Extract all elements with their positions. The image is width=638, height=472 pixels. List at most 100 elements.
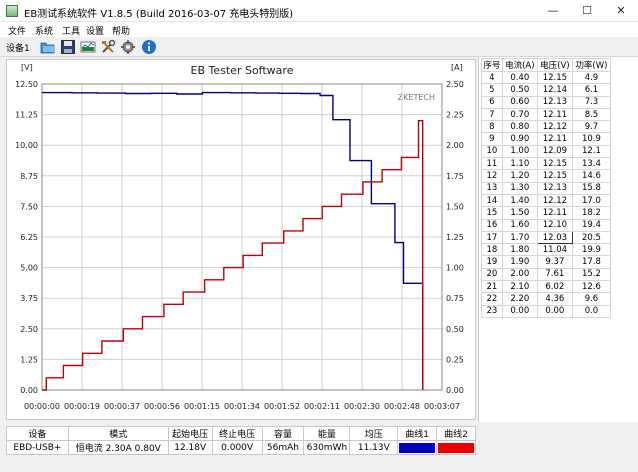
table-row[interactable]: 23 0.00 0.00 0.0 xyxy=(481,304,612,318)
table-cell: 10.9 xyxy=(571,132,612,146)
table-cell: 12.11 xyxy=(536,132,573,146)
table-cell: 6.02 xyxy=(536,280,573,294)
table-row[interactable]: 7 0.70 12.11 8.5 xyxy=(481,107,612,122)
table-cell: 12.12 xyxy=(536,193,573,208)
settings-icon[interactable] xyxy=(120,39,136,55)
menu-settings[interactable]: 设置 xyxy=(86,24,104,37)
table-row[interactable]: 21 2.10 6.02 12.6 xyxy=(481,280,612,294)
table-row[interactable]: 22 2.20 4.36 9.6 xyxy=(481,292,612,306)
table-cell: 19.9 xyxy=(571,243,612,257)
chart: EB Tester Software [V] [A] ZKETECH 0.00 0… xyxy=(15,63,464,411)
x-tick-label: 00:00:00 xyxy=(24,402,60,411)
table-cell: 12.15 xyxy=(536,157,573,171)
tools-icon[interactable] xyxy=(100,39,116,55)
table-cell: 13 xyxy=(481,181,503,195)
y-left-tick-label: 1.25 xyxy=(20,355,38,364)
table-cell: 1.60 xyxy=(501,218,538,232)
table-row[interactable]: 5 0.50 12.14 6.1 xyxy=(481,83,612,97)
table-cell: 12.09 xyxy=(536,144,573,159)
table-cell: 9.37 xyxy=(536,255,573,269)
table-row[interactable]: 6 0.60 12.13 7.3 xyxy=(481,95,612,109)
open-icon[interactable] xyxy=(40,39,56,55)
y-right-tick-label: 0.50 xyxy=(446,325,464,334)
curve2-color-swatch[interactable] xyxy=(436,440,476,455)
table-cell: 6.1 xyxy=(571,83,612,97)
table-cell: 12 xyxy=(481,169,503,183)
table-cell: 15.8 xyxy=(571,181,612,195)
table-row[interactable]: 4 0.40 12.15 4.9 xyxy=(481,70,612,85)
table-row[interactable]: 13 1.30 12.13 15.8 xyxy=(481,181,612,195)
table-cell: 1.70 xyxy=(501,230,538,245)
table-row[interactable]: 15 1.50 12.11 18.2 xyxy=(481,206,612,220)
table-header: 电流(A) xyxy=(501,58,538,72)
menu-file[interactable]: 文件 xyxy=(8,24,26,37)
maximize-button[interactable]: ☐ xyxy=(570,0,604,22)
table-cell: 0.80 xyxy=(501,120,538,134)
table-cell: 1.40 xyxy=(501,193,538,208)
table-row[interactable]: 20 2.00 7.61 15.2 xyxy=(481,267,612,282)
curve1-color-swatch[interactable] xyxy=(397,440,438,455)
table-row[interactable]: 17 1.70 12.03 20.5 xyxy=(481,230,612,245)
table-cell: 0.00 xyxy=(501,304,538,318)
table-cell: 2.00 xyxy=(501,267,538,282)
table-cell: 1.90 xyxy=(501,255,538,269)
summary-value: 0.000V xyxy=(211,440,263,455)
color-swatch xyxy=(399,442,436,453)
table-row[interactable]: 18 1.80 11.04 19.9 xyxy=(481,243,612,257)
table-cell: 1.20 xyxy=(501,169,538,183)
table-cell: 15 xyxy=(481,206,503,220)
y-left-tick-label: 10.00 xyxy=(15,141,38,150)
data-table-panel: 序号 电流(A) 电压(V) 功率(W) 4 0.40 12.15 4.9 5 0.50 12.1… xyxy=(478,57,638,422)
summary-value: 11.13V xyxy=(349,440,399,455)
y-right-tick-label: 2.50 xyxy=(446,80,464,89)
table-row[interactable]: 8 0.80 12.12 9.7 xyxy=(481,120,612,134)
menu-tools[interactable]: 工具 xyxy=(62,24,80,37)
table-cell: 17.8 xyxy=(571,255,612,269)
table-row[interactable]: 11 1.10 12.15 13.4 xyxy=(481,157,612,171)
y-right-tick-label: 0.25 xyxy=(446,355,464,364)
table-cell: 12.11 xyxy=(536,107,573,122)
x-tick-label: 00:03:07 xyxy=(424,402,460,411)
save-icon[interactable] xyxy=(60,39,76,55)
table-cell: 0.90 xyxy=(501,132,538,146)
x-tick-label: 00:00:56 xyxy=(144,402,180,411)
table-cell: 12.12 xyxy=(536,120,573,134)
table-row[interactable]: 9 0.90 12.11 10.9 xyxy=(481,132,612,146)
table-row[interactable]: 14 1.40 12.12 17.0 xyxy=(481,193,612,208)
chart-title: EB Tester Software xyxy=(191,64,294,77)
table-cell: 0.00 xyxy=(536,304,573,318)
summary-value: EBD-USB+ xyxy=(6,440,69,455)
device-label: 设备1 xyxy=(6,44,30,54)
table-cell: 12.14 xyxy=(536,83,573,97)
table-row[interactable]: 12 1.20 12.15 14.6 xyxy=(481,169,612,183)
summary-table: 设备 模式 起始电压 终止电压 容量 能量 均压 曲线1 曲线2 EBD-USB+ 恒电流 2.3… xyxy=(6,426,476,455)
y-left-tick-label: 8.75 xyxy=(20,172,38,181)
minimize-button[interactable]: — xyxy=(536,0,570,22)
menu-system[interactable]: 系统 xyxy=(35,24,53,37)
summary-header: 曲线2 xyxy=(436,426,476,441)
menu-help[interactable]: 帮助 xyxy=(112,24,130,37)
table-row[interactable]: 10 1.00 12.09 12.1 xyxy=(481,144,612,159)
chart-icon[interactable] xyxy=(80,39,96,55)
title-bar: EB测试系统软件 V1.8.5 (Build 2016-03-07 充电头特别版… xyxy=(0,0,638,22)
y-left-tick-label: 2.50 xyxy=(20,325,38,334)
table-cell: 1.30 xyxy=(501,181,538,195)
y-left-tick-label: 12.50 xyxy=(15,80,38,89)
summary-header: 能量 xyxy=(303,426,351,441)
summary-value: 12.18V xyxy=(167,440,213,455)
table-cell: 0.70 xyxy=(501,107,538,122)
table-row[interactable]: 16 1.60 12.10 19.4 xyxy=(481,218,612,232)
table-cell: 12.11 xyxy=(536,206,573,220)
table-row[interactable]: 19 1.90 9.37 17.8 xyxy=(481,255,612,269)
x-tick-label: 00:00:37 xyxy=(104,402,140,411)
chart-panel: EB Tester Software [V] [A] ZKETECH 0.00 0… xyxy=(6,59,476,420)
table-cell: 0.40 xyxy=(501,70,538,85)
y-right-tick-label: 1.00 xyxy=(446,264,464,273)
info-icon[interactable] xyxy=(141,39,157,55)
table-cell: 7 xyxy=(481,107,503,122)
close-button[interactable]: ✕ xyxy=(604,0,638,22)
watermark: ZKETECH xyxy=(398,93,435,102)
table-cell: 0.50 xyxy=(501,83,538,97)
y-right-tick-label: 0.00 xyxy=(446,386,464,395)
y-right-tick-label: 2.00 xyxy=(446,141,464,150)
